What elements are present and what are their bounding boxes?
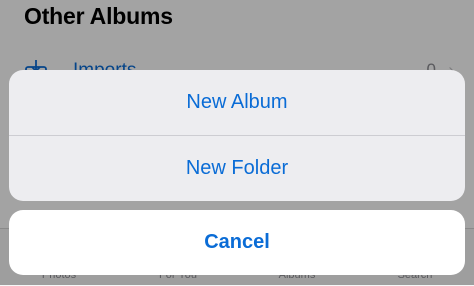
new-folder-button[interactable]: New Folder — [9, 136, 465, 201]
cancel-button[interactable]: Cancel — [9, 210, 465, 275]
new-album-button[interactable]: New Album — [9, 70, 465, 135]
action-sheet: New Album New Folder — [9, 70, 465, 201]
